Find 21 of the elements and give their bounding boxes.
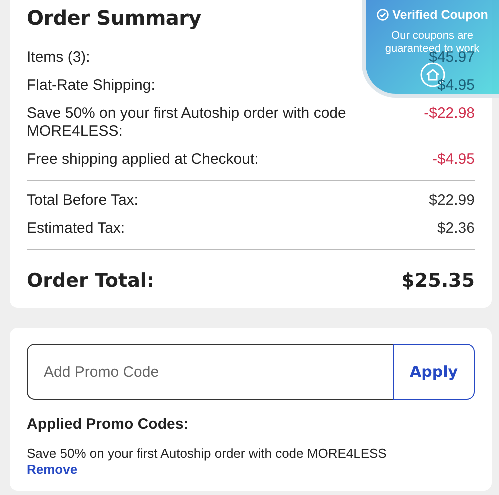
subtotal-label: Total Before Tax: xyxy=(27,192,138,210)
check-circle-icon xyxy=(376,9,389,21)
applied-code-text: Save 50% on your first Autoship order with code MORE4LESS xyxy=(27,445,388,462)
subtotal-label: Estimated Tax: xyxy=(27,220,126,238)
line-label: Items (3): xyxy=(27,49,90,67)
apply-button[interactable]: Apply xyxy=(393,344,475,400)
line-label: Save 50% on your first Autoship order with code MORE4LESS: xyxy=(27,105,348,141)
subtotal-value: $2.36 xyxy=(437,220,475,238)
remove-link[interactable]: Remove xyxy=(27,462,78,477)
total-label: Order Total: xyxy=(27,270,154,292)
summary-title: Order Summary xyxy=(27,5,202,32)
promo-code-field[interactable]: Add Promo Code xyxy=(27,344,393,400)
total-value: $25.35 xyxy=(402,270,475,292)
applied-codes-heading: Applied Promo Codes: xyxy=(27,416,190,433)
line-value: $4.95 xyxy=(437,77,475,95)
line-label: Flat-Rate Shipping: xyxy=(27,77,156,95)
line-label: Free shipping applied at Checkout: xyxy=(27,151,259,169)
subtotal-value: $22.99 xyxy=(429,192,475,210)
line-value: -$4.95 xyxy=(432,151,475,169)
badge-title: Verified Coupon xyxy=(392,8,488,22)
line-value: -$22.98 xyxy=(424,105,475,123)
